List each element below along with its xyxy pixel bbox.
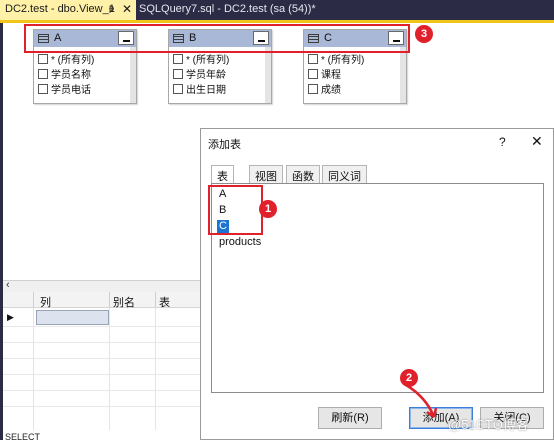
document-tab-bar: DC2.test - dbo.View_1 ᵽ ✕ SQLQuery7.sql … <box>0 0 554 20</box>
dialog-title: 添加表 <box>208 139 241 151</box>
grid-line <box>3 342 200 343</box>
tab-tables[interactable]: 表 <box>211 165 234 184</box>
watermark: @51CTO博客 <box>448 417 529 432</box>
checkbox[interactable] <box>308 54 318 64</box>
annotation-box-headers <box>24 24 410 53</box>
checkbox[interactable] <box>173 84 183 94</box>
tab-view-designer-label: DC2.test - dbo.View_1 <box>5 3 115 15</box>
column-row[interactable]: * (所有列) <box>173 51 230 66</box>
criteria-grid: 列 别名 表 ▶ <box>3 292 200 430</box>
column-label: 学员年龄 <box>186 70 226 81</box>
column-label: 学员电话 <box>51 85 91 96</box>
close-icon[interactable]: ✕ <box>531 133 543 150</box>
header-column[interactable]: 列 <box>40 294 51 310</box>
grid-line <box>3 374 200 375</box>
grid-separator <box>33 292 34 308</box>
grid-header: 列 别名 表 <box>3 292 200 310</box>
column-row[interactable]: 出生日期 <box>173 81 226 96</box>
grid-separator <box>109 292 110 308</box>
checkbox[interactable] <box>308 69 318 79</box>
column-label: * (所有列) <box>51 55 95 66</box>
table-scrollbar[interactable] <box>265 47 271 103</box>
grid-line <box>3 358 200 359</box>
checkbox[interactable] <box>173 69 183 79</box>
column-row[interactable]: * (所有列) <box>308 51 365 66</box>
list-item[interactable]: products <box>217 236 263 249</box>
help-icon[interactable]: ? <box>499 135 506 149</box>
table-scrollbar[interactable] <box>400 47 406 103</box>
close-tab-icon[interactable]: ✕ <box>122 2 132 16</box>
column-label: * (所有列) <box>186 55 230 66</box>
column-label: 成绩 <box>321 85 341 96</box>
column-row[interactable]: 学员年龄 <box>173 66 226 81</box>
ssms-window: { "tabs": { "active": "DC2.test - dbo.Vi… <box>0 0 554 440</box>
column-row[interactable]: * (所有列) <box>38 51 95 66</box>
annotation-box-items <box>208 185 263 235</box>
tab-functions[interactable]: 函数 <box>286 165 320 183</box>
header-alias[interactable]: 别名 <box>113 294 135 310</box>
grid-line <box>3 406 200 407</box>
checkbox[interactable] <box>173 54 183 64</box>
header-table[interactable]: 表 <box>159 294 170 310</box>
tab-sql-query[interactable]: SQLQuery7.sql - DC2.test (sa (54))* <box>139 0 316 20</box>
grid-separator <box>155 292 156 308</box>
table-scrollbar[interactable] <box>130 47 136 103</box>
tab-view-designer[interactable]: DC2.test - dbo.View_1 ᵽ ✕ <box>0 0 136 20</box>
column-label: 学员名称 <box>51 70 91 81</box>
grid-line <box>3 326 200 327</box>
scroll-left-icon[interactable]: ‹ <box>6 279 10 291</box>
add-table-dialog: 添加表 ? ✕ 表 视图 函数 同义词 A B C products 刷新(R)… <box>200 128 554 440</box>
grid-cell-selected[interactable] <box>36 310 109 325</box>
horizontal-scrollbar[interactable]: ‹ <box>3 279 200 292</box>
checkbox[interactable] <box>38 84 48 94</box>
refresh-button[interactable]: 刷新(R) <box>318 407 382 429</box>
checkbox[interactable] <box>38 69 48 79</box>
column-row[interactable]: 学员名称 <box>38 66 91 81</box>
checkbox[interactable] <box>38 54 48 64</box>
annotation-badge-3: 3 <box>415 25 433 43</box>
tab-synonyms[interactable]: 同义词 <box>322 165 367 183</box>
sql-pane[interactable]: SELECT <box>3 430 200 440</box>
column-label: * (所有列) <box>321 55 365 66</box>
current-row-icon: ▶ <box>7 312 14 322</box>
grid-line <box>3 390 200 391</box>
checkbox[interactable] <box>308 84 318 94</box>
annotation-badge-1: 1 <box>259 200 277 218</box>
column-row[interactable]: 成绩 <box>308 81 341 96</box>
column-row[interactable]: 课程 <box>308 66 341 81</box>
tab-views[interactable]: 视图 <box>249 165 283 183</box>
annotation-arrow-icon <box>405 383 438 419</box>
column-label: 课程 <box>321 70 341 81</box>
column-row[interactable]: 学员电话 <box>38 81 91 96</box>
pin-icon[interactable]: ᵽ <box>109 3 114 13</box>
column-label: 出生日期 <box>186 85 226 96</box>
